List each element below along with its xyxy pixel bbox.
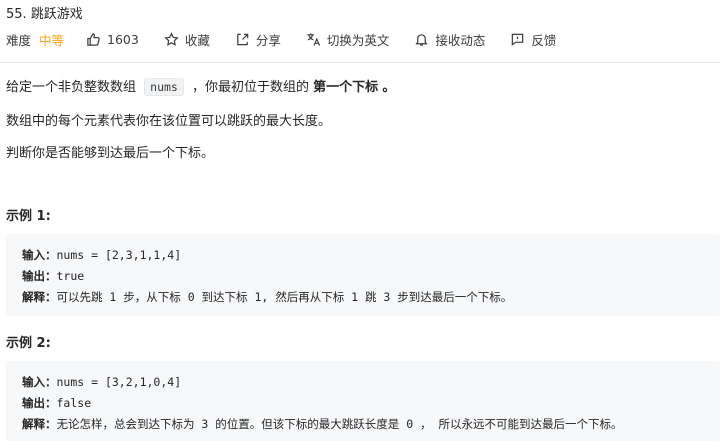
example-2-input: 输入：nums = [3,2,1,0,4] (22, 374, 181, 390)
description-period: 。 (382, 80, 396, 95)
inline-code-nums: nums (144, 78, 184, 96)
description-text: ，你最初位于数组的 (192, 80, 310, 95)
output-label: 输出： (22, 396, 57, 410)
example-2-block: 输入：nums = [3,2,1,0,4] 输出：false 解释：无论怎样，总… (6, 361, 720, 441)
collect-button[interactable]: 收藏 (164, 30, 210, 49)
description-text: 给定一个非负整数数组 (6, 80, 137, 95)
problem-toolbar: 难度 中等 1603 收藏 分享 切换为英文 接收动态 反馈 (6, 28, 581, 50)
example-1-output: 输出：true (22, 268, 84, 284)
difficulty-badge: 中等 (39, 32, 65, 48)
translate-icon (307, 32, 320, 46)
description-paragraph-2: 数组中的每个元素代表你在该位置可以跳跃的最大长度。 (6, 114, 332, 129)
like-button[interactable]: 1603 (86, 32, 139, 47)
bell-icon (415, 33, 429, 46)
example-1-block: 输入：nums = [2,3,1,1,4] 输出：true 解释：可以先跳 1 … (6, 234, 720, 316)
header-divider (0, 62, 720, 63)
input-value: nums = [2,3,1,1,4] (56, 248, 182, 262)
input-label: 输入： (22, 248, 57, 262)
share-button[interactable]: 分享 (235, 30, 281, 49)
output-value: false (56, 396, 92, 410)
difficulty-label: 难度 (6, 32, 32, 48)
example-2-explanation: 解释：无论怎样，总会到达下标为 3 的位置。但该下标的最大跳跃长度是 0 ， 所… (22, 416, 622, 432)
example-1-input: 输入：nums = [2,3,1,1,4] (22, 247, 181, 263)
feedback-icon (512, 33, 524, 46)
share-label: 分享 (255, 32, 281, 48)
explanation-label: 解释： (22, 417, 57, 431)
switch-language-label: 切换为英文 (326, 32, 390, 48)
example-1-explanation: 解释：可以先跳 1 步，从下标 0 到达下标 1, 然后再从下标 1 跳 3 步… (22, 289, 512, 305)
notify-button[interactable]: 接收动态 (414, 30, 485, 49)
switch-language-button[interactable]: 切换为英文 (306, 30, 390, 49)
like-count: 1603 (107, 31, 139, 47)
feedback-label: 反馈 (531, 32, 557, 48)
share-icon (237, 33, 249, 45)
thumbs-up-icon (87, 32, 100, 46)
output-value: true (56, 269, 85, 283)
input-label: 输入： (22, 375, 57, 389)
description-paragraph-1: 给定一个非负整数数组 nums ，你最初位于数组的 第一个下标 。 (6, 76, 396, 96)
notify-label: 接收动态 (435, 32, 486, 48)
feedback-button[interactable]: 反馈 (510, 30, 556, 49)
collect-label: 收藏 (184, 32, 210, 48)
description-bold-text: 第一个下标 (313, 80, 379, 95)
example-2-title: 示例 2: (6, 336, 51, 351)
explanation-text: 无论怎样，总会到达下标为 3 的位置。但该下标的最大跳跃长度是 0 ， 所以永远… (56, 417, 623, 431)
input-value: nums = [3,2,1,0,4] (56, 375, 182, 389)
problem-title: 55. 跳跃游戏 (6, 7, 83, 22)
example-2-output: 输出：false (22, 395, 91, 411)
output-label: 输出： (22, 269, 57, 283)
example-1-title: 示例 1: (6, 209, 51, 224)
star-icon (164, 31, 179, 46)
explanation-label: 解释： (22, 290, 57, 304)
description-paragraph-3: 判断你是否能够到达最后一个下标。 (6, 146, 215, 161)
explanation-text: 可以先跳 1 步，从下标 0 到达下标 1, 然后再从下标 1 跳 3 步到达最… (56, 290, 513, 304)
